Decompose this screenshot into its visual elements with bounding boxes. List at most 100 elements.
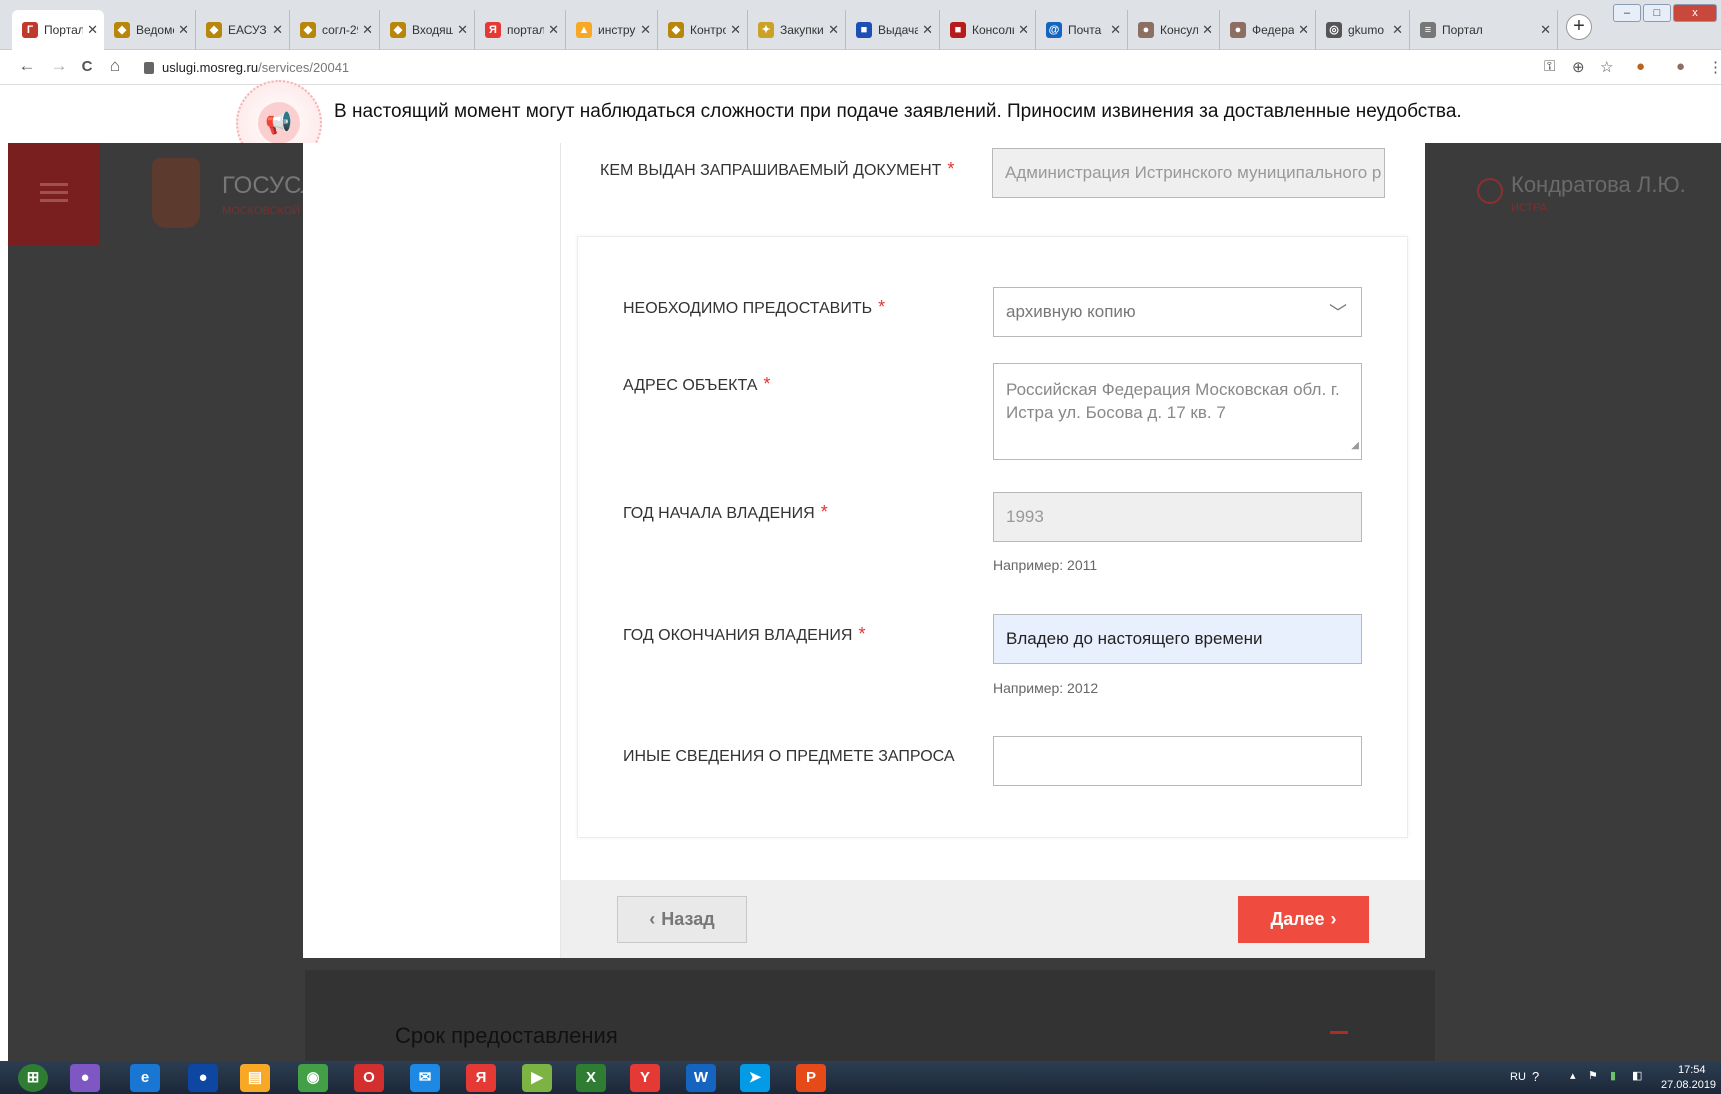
volume-icon[interactable]: ◧ [1632,1069,1642,1082]
tab-close-icon[interactable]: ✕ [362,22,373,38]
browser-tab[interactable]: @ Почта ✕ [1036,10,1128,50]
key-icon[interactable]: ⚿ [1544,58,1555,75]
tab-favicon-icon: ≡ [1420,22,1436,38]
other-info-field[interactable] [993,736,1362,786]
tab-favicon-icon: ◆ [206,22,222,38]
clock-date[interactable]: 27.08.2019 [1661,1079,1716,1091]
close-window-button[interactable]: x [1673,4,1717,22]
back-button[interactable]: ‹ Назад [617,896,747,943]
hamburger-menu[interactable] [8,143,100,245]
tab-close-icon[interactable]: ✕ [1018,22,1029,38]
modal-sidebar [303,143,561,958]
tab-title: инструк [598,23,636,37]
telegram-icon[interactable]: ➤ [740,1064,770,1092]
minimize-button[interactable]: – [1613,4,1641,22]
tab-favicon-icon: ◆ [300,22,316,38]
powerpoint-icon[interactable]: P [796,1064,826,1092]
browser-tab[interactable]: ■ Консоль ✕ [940,10,1036,50]
other-info-label: ИНЫЕ СВЕДЕНИЯ О ПРЕДМЕТЕ ЗАПРОСА [623,748,955,765]
browser-tab[interactable]: ■ Выдача ✕ [846,10,940,50]
browser-tab[interactable]: ◆ Входящ ✕ [380,10,475,50]
tab-favicon-icon: ✦ [758,22,774,38]
help-icon[interactable]: ? [1532,1069,1539,1084]
back-arrow-icon[interactable]: ← [16,56,38,76]
tab-close-icon[interactable]: ✕ [1540,22,1551,38]
browser-tab[interactable]: ● Федера ✕ [1220,10,1316,50]
collapse-icon[interactable] [1330,1031,1348,1034]
year-start-field[interactable]: 1993 [993,492,1362,542]
user-name[interactable]: Кондратова Л.Ю. [1511,172,1686,198]
issuer-field[interactable]: Администрация Истринского муниципального… [992,148,1385,198]
profile-avatar-icon[interactable]: ● [1676,58,1685,75]
new-tab-button[interactable]: + [1566,14,1592,40]
zoom-icon[interactable]: ⊕ [1572,58,1585,76]
tray-arrow-icon[interactable]: ▴ [1570,1069,1576,1082]
explorer-icon[interactable]: ▤ [240,1064,270,1092]
yandex-browser-icon[interactable]: Я [466,1064,496,1092]
browser-tab[interactable]: Г Портал ✕ [12,10,104,50]
start-icon[interactable]: ⊞ [18,1064,48,1092]
address-bar: ← → C ⌂ uslugi.mosreg.ru/services/20041 … [0,50,1721,85]
word-icon[interactable]: W [686,1064,716,1092]
tab-close-icon[interactable]: ✕ [178,22,189,38]
maximize-button[interactable]: □ [1643,4,1671,22]
tab-title: Закупки [780,23,824,37]
windows-taskbar: RU ? ▴ ⚑ ▮ ◧ 17:54 27.08.2019 ⊞ ● e ● ▤ ◉ O ✉ Я ▶… [0,1061,1721,1094]
tab-close-icon[interactable]: ✕ [272,22,283,38]
browser-tab[interactable]: ▲ инструк ✕ [566,10,658,50]
flag-icon[interactable]: ⚑ [1588,1069,1598,1082]
browser-tab[interactable]: ◆ Контро ✕ [658,10,748,50]
network-icon[interactable]: ▮ [1610,1069,1616,1082]
browser-tab[interactable]: ≡ Портал ✕ [1410,10,1558,50]
address-textarea[interactable]: Российская Федерация Московская обл. г. … [993,363,1362,460]
menu-line-icon [40,183,68,186]
tab-close-icon[interactable]: ✕ [1392,22,1403,38]
star-icon[interactable]: ☆ [1600,58,1613,76]
firefox-icon[interactable]: ● [188,1064,218,1092]
tab-close-icon[interactable]: ✕ [922,22,933,38]
clock-time[interactable]: 17:54 [1678,1064,1706,1076]
tab-title: Портал [44,23,84,37]
browser-tab[interactable]: ✦ Закупки ✕ [748,10,846,50]
resize-grip-icon[interactable]: ◢ [1351,434,1359,457]
menu-dots-icon[interactable]: ⋮ [1708,58,1721,76]
next-button[interactable]: Далее › [1238,896,1369,943]
browser-tab[interactable]: Япортал ✕ [475,10,566,50]
tab-close-icon[interactable]: ✕ [828,22,839,38]
excel-icon[interactable]: X [576,1064,606,1092]
browser-tab[interactable]: ◎ gkumo ✕ [1316,10,1410,50]
required-mark: * [878,297,886,317]
provide-select[interactable]: архивную копию ﹀ [993,287,1362,337]
alice-icon[interactable]: ● [70,1064,100,1092]
tab-close-icon[interactable]: ✕ [640,22,651,38]
language-indicator[interactable]: RU [1510,1071,1526,1083]
tab-close-icon[interactable]: ✕ [457,22,468,38]
user-icon[interactable] [1477,178,1503,204]
ie-icon[interactable]: e [130,1064,160,1092]
year-end-hint: Например: 2012 [993,680,1099,696]
tab-close-icon[interactable]: ✕ [1298,22,1309,38]
tab-close-icon[interactable]: ✕ [1110,22,1121,38]
tab-close-icon[interactable]: ✕ [1202,22,1213,38]
tab-close-icon[interactable]: ✕ [87,22,98,38]
notice-text: В настоящий момент могут наблюдаться сло… [334,101,1462,122]
player-icon[interactable]: ▶ [522,1064,552,1092]
browser-tab[interactable]: ◆ согл-29 ✕ [290,10,380,50]
reload-icon[interactable]: C [76,58,98,75]
tab-close-icon[interactable]: ✕ [730,22,741,38]
thunderbird-icon[interactable]: ✉ [410,1064,440,1092]
opera-icon[interactable]: O [354,1064,384,1092]
tab-favicon-icon: Я [485,22,501,38]
forward-arrow-icon[interactable]: → [48,56,70,76]
year-end-field[interactable]: Владею до настоящего времени [993,614,1362,664]
browser-tab[interactable]: ◆ ЕАСУЗ ✕ [196,10,290,50]
browser-tab[interactable]: ● Консуль ✕ [1128,10,1220,50]
browser-tab[interactable]: ◆ Ведомств ✕ [104,10,196,50]
chrome-icon[interactable]: ◉ [298,1064,328,1092]
yandex-icon[interactable]: Y [630,1064,660,1092]
home-icon[interactable]: ⌂ [104,56,126,76]
url-field[interactable]: uslugi.mosreg.ru/services/20041 [162,60,349,75]
tab-close-icon[interactable]: ✕ [548,22,559,38]
required-mark: * [858,624,866,644]
extension-icon[interactable]: ● [1636,58,1645,75]
